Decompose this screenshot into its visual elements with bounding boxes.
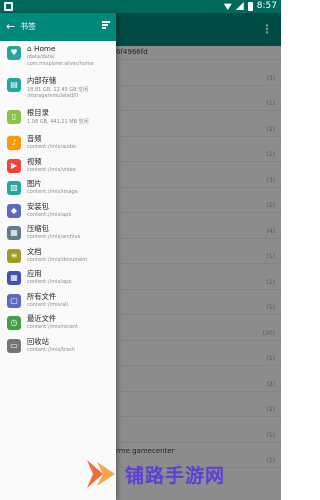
bookmark-name: 图片 [27,179,42,188]
wifi-icon [223,3,232,10]
battery-icon [247,1,253,11]
watermark-logo-icon [87,460,115,488]
bookmark-path: content://mix/apk [27,211,72,218]
bookmark-name: 安装包 [27,201,49,211]
bookmark-icon: ▦ [7,271,21,285]
bookmark-icon: ▨ [7,181,21,195]
bookmark-icon: ≡ [7,248,21,263]
signal-icon [235,2,244,10]
bookmark-item[interactable]: ≡ 文档 content://mix/document [0,246,116,269]
bookmark-path: content://mix/audio [27,144,76,150]
watermark-text: 铺路手游网 [125,464,226,487]
bookmark-name: 所有文件 [27,291,57,301]
bookmark-path: content://mix/image [27,189,78,195]
bookmark-name: ⌂ Home [27,44,56,53]
bookmark-path: content://mix/all [27,301,68,308]
bookmark-name: 根目录 [27,108,49,117]
bookmark-path: content://mix/document [27,256,88,263]
bookmark-item[interactable]: ▶ 视频 content://mix/video [0,156,116,179]
bookmark-item[interactable]: ▯ 根目录 1.08 GB, 441.21 MB 空闲 [0,107,116,133]
bookmark-icon: ▦ [7,226,21,240]
bookmark-item[interactable]: ♪ 音频 content://mix/audio [0,133,116,156]
bookmark-item[interactable]: ▤ 内部存储 18.81 GB, 12.45 GB 空闲/storage/emula… [0,75,116,107]
bookmarks-drawer: ← 书签 ♥ ⌂ Home/data/data/com.mixplorer.sil… [0,13,116,500]
bookmark-path: content://mix/video [27,166,76,173]
bookmark-item[interactable]: ◆ 安装包 content://mix/apk [0,201,116,224]
bookmark-name: 最近文件 [27,314,57,323]
bookmark-name: 应用 [27,269,42,278]
bookmark-name: 视频 [27,156,42,166]
bookmark-icon: ▢ [7,293,21,308]
bookmark-path-secondary: /storage/emulated/0 [27,93,79,99]
bookmark-path: content://mix/app [27,279,72,285]
sort-icon[interactable] [102,21,110,29]
bookmark-icon: ▤ [7,78,21,92]
bookmark-path: 18.81 GB, 12.45 GB 空闲 [27,87,89,93]
bookmark-path: content://mix/trash [27,346,75,353]
clock: 8:57 [256,1,277,11]
bookmark-path: 1.08 GB, 441.21 MB 空闲 [27,119,89,125]
bookmark-icon: ♥ [7,46,21,60]
drawer-header: ← 书签 [0,13,116,41]
bookmark-path: content://mix/archive [27,234,81,240]
bookmark-name: 回收站 [27,336,49,346]
bookmark-icon: ◆ [7,203,21,218]
watermark: 铺路手游网 [83,458,225,490]
bookmark-item[interactable]: ▢ 所有文件 content://mix/all [0,291,116,314]
status-bar: 8:57 [0,0,281,13]
bookmark-name: 内部存储 [27,76,57,85]
bookmark-path-secondary: com.mixplorer.silver/home [27,61,94,67]
back-icon[interactable]: ← [6,20,15,33]
bookmark-icon: ▶ [7,158,21,173]
bookmark-icon: ▯ [7,110,21,124]
bookmark-path: /data/data/ [27,54,55,60]
bookmark-item[interactable]: ▦ 压缩包 content://mix/archive [0,223,116,246]
drawer-title: 书签 [20,22,36,31]
bookmark-icon: ◷ [7,316,21,330]
bookmark-item[interactable]: ▭ 回收站 content://mix/trash [0,336,116,359]
bookmark-path: content://mix/recent [27,324,79,330]
bookmark-name: 文档 [27,246,42,256]
bookmark-icon: ♪ [7,136,21,150]
notification-icon [4,2,13,11]
bookmark-item[interactable]: ◷ 最近文件 content://mix/recent [0,313,116,336]
status-icons: 8:57 [223,1,277,11]
bookmark-item[interactable]: ▦ 应用 content://mix/app [0,268,116,291]
bookmark-item[interactable]: ♥ ⌂ Home/data/data/com.mixplorer.silver/h… [0,43,116,75]
bookmark-name: 音频 [27,134,42,143]
bookmark-list: ♥ ⌂ Home/data/data/com.mixplorer.silver/h… [0,41,116,358]
bookmark-name: 压缩包 [27,224,49,233]
bookmark-item[interactable]: ▨ 图片 content://mix/image [0,178,116,201]
bookmark-icon: ▭ [7,338,21,353]
